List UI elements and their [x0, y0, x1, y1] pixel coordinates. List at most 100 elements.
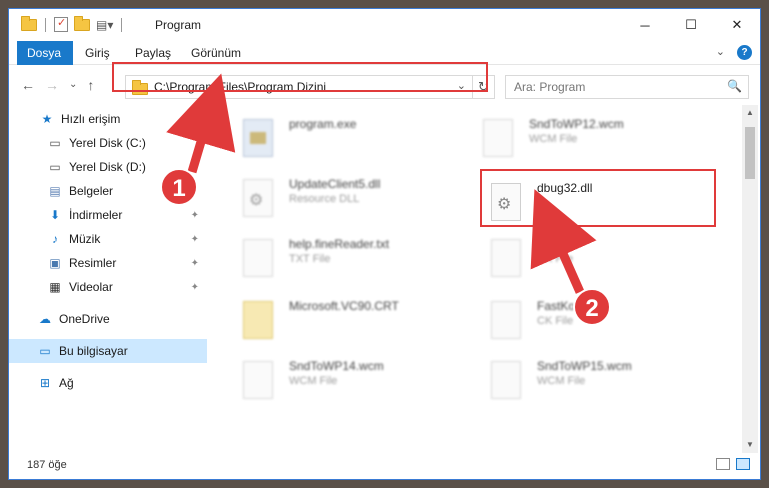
sidebar-item-label: Hızlı erişim	[61, 112, 121, 126]
forward-arrow-icon[interactable]: →	[45, 77, 59, 93]
file-name: help.fineReader.txt	[289, 237, 390, 251]
close-button[interactable]: ✕	[714, 9, 760, 41]
tab-giris[interactable]: Giriş	[85, 41, 110, 65]
sidebar-item-indirmeler[interactable]: ⬇ İndirmeler ✦	[9, 203, 207, 227]
search-box[interactable]: Ara: Program 🔍	[505, 75, 749, 99]
drive-icon: ▭	[49, 160, 61, 174]
scroll-up-arrow-icon[interactable]: ▲	[742, 105, 758, 121]
sidebar-item-label: Ağ	[59, 376, 74, 390]
step-1-badge: 1	[160, 168, 198, 206]
back-arrow-icon[interactable]: ←	[21, 77, 35, 93]
file-tile[interactable]: gl... CK File	[491, 235, 721, 291]
file-highlight-box	[480, 169, 716, 227]
customize-toolbar-icon[interactable]: ▤▾	[96, 18, 113, 32]
sidebar-item-label: Müzik	[69, 232, 101, 246]
scroll-thumb[interactable]	[745, 127, 755, 179]
file-name: UpdateClient5.dll	[289, 177, 381, 191]
sidebar-item-label: Resimler	[69, 256, 117, 270]
pin-icon[interactable]: ✦	[191, 282, 199, 293]
pin-icon[interactable]: ✦	[191, 210, 199, 221]
details-view-icon[interactable]	[716, 458, 730, 470]
file-name: SndToWP12.wcm	[529, 117, 624, 131]
status-bar: 187 öğe	[9, 451, 760, 479]
sidebar-item-bu-bilgisayar[interactable]: ▭ Bu bilgisayar	[9, 339, 207, 363]
window-controls: ─ ☐ ✕	[622, 9, 760, 41]
text-file-icon	[243, 239, 273, 277]
ribbon-right-controls: ⌄ ?	[716, 45, 752, 60]
file-tile[interactable]: UpdateClient5.dll Resource DLL	[243, 175, 473, 231]
file-list: program.exe SndToWP12.wcm WCM File Updat…	[209, 105, 745, 455]
item-count: 187 öğe	[27, 459, 67, 471]
file-tile[interactable]: program.exe	[243, 115, 473, 171]
step-2-badge: 2	[573, 288, 611, 326]
file-type: CK File	[537, 253, 574, 265]
pin-icon[interactable]: ✦	[191, 258, 199, 269]
sidebar-item-muzik[interactable]: ♪ Müzik ✦	[9, 227, 207, 251]
pin-icon[interactable]: ✦	[191, 234, 199, 245]
documents-icon: ▤	[49, 184, 61, 198]
sidebar-item-disk-c[interactable]: ▭ Yerel Disk (C:)	[9, 131, 207, 155]
sidebar-item-videolar[interactable]: ▦ Videolar ✦	[9, 275, 207, 299]
file-type: WCM File	[289, 375, 338, 387]
view-buttons	[716, 458, 750, 470]
document-file-icon	[483, 119, 513, 157]
sidebar-item-quick-access[interactable]: ★ Hızlı erişim	[9, 107, 207, 131]
separator	[121, 17, 123, 32]
expand-ribbon-icon[interactable]: ⌄	[716, 45, 725, 60]
exe-file-icon	[243, 119, 273, 157]
tiles-view-icon[interactable]	[736, 458, 750, 470]
file-tile[interactable]: SndToWP12.wcm WCM File	[483, 115, 713, 171]
document-file-icon	[243, 361, 273, 399]
folder-icon	[21, 15, 37, 31]
nav-arrows: ← → ⌄ ↑	[21, 77, 94, 93]
vertical-scrollbar[interactable]: ▲ ▼	[742, 105, 758, 453]
file-name: program.exe	[289, 117, 357, 131]
file-tile[interactable]: help.fineReader.txt TXT File	[243, 235, 473, 291]
recent-locations-icon[interactable]: ⌄	[69, 77, 77, 93]
computer-icon: ▭	[39, 344, 51, 358]
separator	[45, 17, 46, 32]
title-bar: ▤▾ Program ─ ☐ ✕	[9, 9, 760, 41]
sidebar-item-resimler[interactable]: ▣ Resimler ✦	[9, 251, 207, 275]
downloads-icon: ⬇	[49, 208, 61, 222]
tab-dosya[interactable]: Dosya	[17, 41, 73, 65]
onedrive-icon: ☁	[39, 312, 51, 326]
network-icon: ⊞	[39, 376, 51, 390]
file-tile[interactable]: SndToWP15.wcm WCM File	[491, 357, 721, 413]
search-input[interactable]: Ara: Program	[514, 80, 585, 94]
document-file-icon	[491, 361, 521, 399]
properties-icon[interactable]	[54, 16, 68, 32]
sidebar-item-label: Yerel Disk (D:)	[69, 160, 146, 174]
star-icon: ★	[41, 112, 53, 126]
sidebar-item-label: İndirmeler	[69, 208, 123, 222]
file-type: TXT File	[289, 253, 331, 265]
sidebar-item-onedrive[interactable]: ☁ OneDrive	[9, 307, 207, 331]
sidebar-item-ag[interactable]: ⊞ Ağ	[9, 371, 207, 395]
file-tile[interactable]: SndToWP14.wcm WCM File	[243, 357, 473, 413]
file-name: gl...	[537, 237, 557, 251]
file-type: WCM File	[529, 133, 578, 145]
maximize-button[interactable]: ☐	[668, 9, 714, 41]
file-type: WCM File	[537, 375, 586, 387]
file-type: Resource DLL	[289, 193, 360, 205]
music-icon: ♪	[52, 232, 58, 246]
document-file-icon	[491, 301, 521, 339]
quick-access-toolbar: ▤▾	[21, 15, 124, 32]
pictures-icon: ▣	[49, 256, 61, 270]
minimize-button[interactable]: ─	[622, 9, 668, 41]
up-arrow-icon[interactable]: ↑	[87, 77, 94, 93]
file-type: CK File	[537, 315, 574, 327]
file-tile[interactable]: Microsoft.VC90.CRT	[243, 297, 473, 353]
address-highlight-box	[112, 62, 488, 92]
new-folder-icon[interactable]	[74, 15, 90, 31]
sidebar-item-label: Belgeler	[69, 184, 114, 198]
videos-icon: ▦	[49, 280, 61, 294]
window-title: Program	[155, 18, 202, 32]
help-icon[interactable]: ?	[737, 45, 752, 60]
document-file-icon	[491, 239, 521, 277]
sidebar-item-label: OneDrive	[59, 312, 110, 326]
drive-icon: ▭	[49, 136, 61, 150]
sidebar-item-label: Videolar	[69, 280, 113, 294]
sidebar-item-label: Yerel Disk (C:)	[69, 136, 146, 150]
search-icon[interactable]: 🔍	[727, 79, 742, 93]
